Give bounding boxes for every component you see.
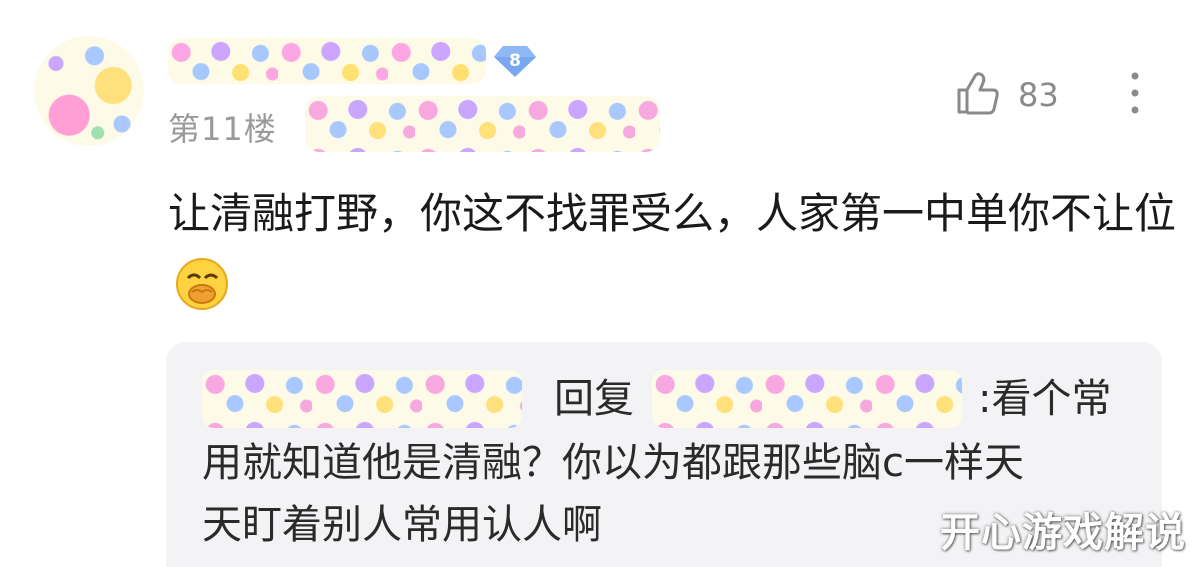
comment-body: 让清融打野，你这不找罪受么，人家第一中单你不让位 bbox=[168, 178, 1178, 322]
level-badge: 8 bbox=[492, 44, 538, 78]
reply-text-line-1: :看个常 bbox=[978, 376, 1112, 422]
reply-word: 回复 bbox=[554, 376, 634, 422]
covering-mouth-laugh-emoji-icon bbox=[176, 258, 228, 310]
comment-text: 让清融打野，你这不找罪受么，人家第一中单你不让位 bbox=[168, 189, 1177, 238]
level-number: 8 bbox=[509, 51, 521, 71]
reply-target-censored-sticker[interactable] bbox=[652, 370, 962, 428]
like-count: 83 bbox=[1018, 76, 1059, 114]
device-info-censored-sticker bbox=[305, 96, 660, 152]
avatar[interactable] bbox=[34, 36, 144, 146]
username-censored-sticker[interactable] bbox=[168, 38, 486, 84]
reply-author-censored-sticker[interactable] bbox=[202, 370, 522, 428]
watermark: 开心游戏解说 bbox=[940, 510, 1186, 556]
thumbs-up-icon[interactable] bbox=[955, 70, 1001, 116]
floor-label: 第11楼 bbox=[168, 110, 277, 148]
reply-text-line-2: 用就知道他是清融？你以为都跟那些脑c一样天 bbox=[202, 440, 1024, 486]
more-vertical-icon[interactable] bbox=[1122, 68, 1148, 118]
reply-text-line-3: 天盯着别人常用认人啊 bbox=[202, 502, 602, 548]
